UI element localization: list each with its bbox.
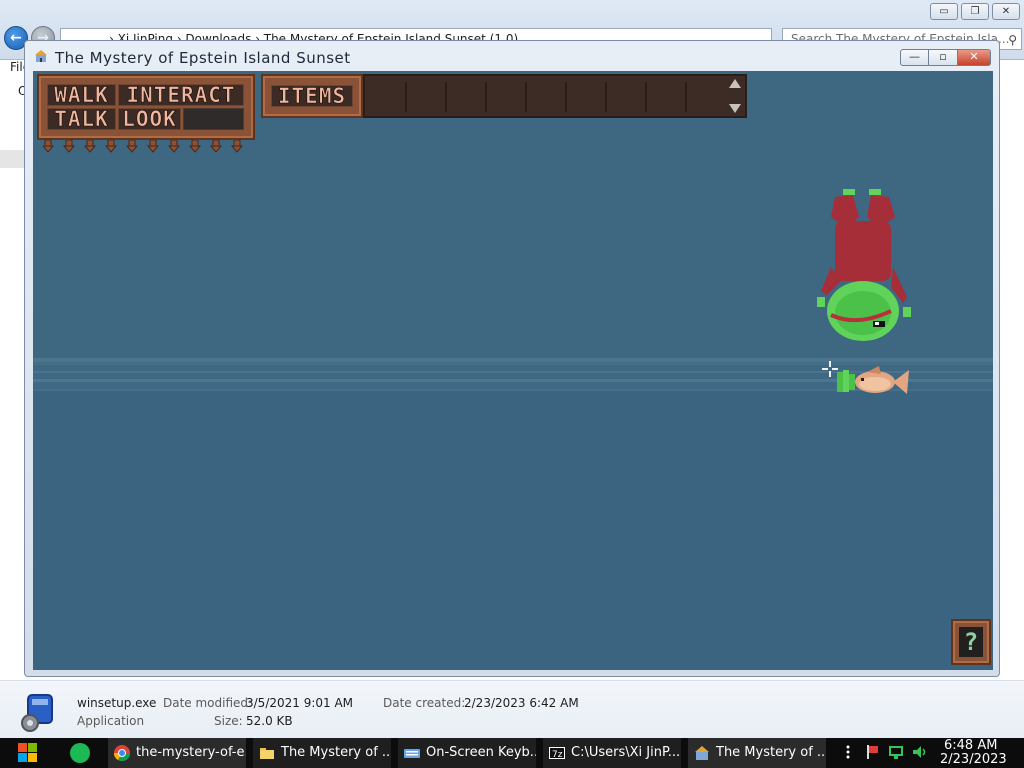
game-window-title: The Mystery of Epstein Island Sunset: [55, 49, 351, 67]
taskbar-item-game[interactable]: The Mystery of ...: [688, 738, 826, 768]
panel-pegs: [41, 139, 253, 154]
taskbar-item-label: The Mystery of ...: [716, 745, 826, 760]
details-modified-value: 3/5/2021 9:01 AM: [246, 696, 354, 710]
inventory-slot-divider: [485, 82, 487, 112]
verb-panel: WALK INTERACT TALK LOOK: [37, 74, 255, 140]
explorer-close-button[interactable]: ✕: [992, 3, 1020, 20]
wood-peg-icon: [41, 139, 244, 153]
keyboard-icon: [404, 749, 420, 758]
search-icon[interactable]: ⚲: [1008, 30, 1017, 49]
network-icon[interactable]: [888, 744, 904, 760]
windows-start-icon[interactable]: [8, 740, 46, 767]
game-window-icon: [695, 746, 709, 760]
crosshair-cursor-icon: [822, 361, 838, 377]
taskbar-item-7zip[interactable]: 7z C:\Users\Xi JinP...: [543, 738, 681, 768]
help-question-icon: ?: [959, 627, 983, 657]
game-minimize-button[interactable]: —: [900, 49, 929, 66]
spotify-icon[interactable]: [70, 743, 90, 763]
verb-walk-button[interactable]: WALK: [47, 84, 116, 106]
help-button[interactable]: ?: [951, 619, 991, 665]
verb-look-button[interactable]: LOOK: [118, 108, 181, 130]
inventory-slot-divider: [605, 82, 607, 112]
game-titlebar[interactable]: The Mystery of Epstein Island Sunset — ▫…: [25, 41, 999, 70]
game-window: The Mystery of Epstein Island Sunset — ▫…: [24, 40, 1000, 677]
game-maximize-button[interactable]: ▫: [929, 49, 958, 66]
game-viewport[interactable]: WALK INTERACT TALK LOOK ITEMS ?: [33, 71, 993, 670]
details-modified-label: Date modified:: [163, 696, 253, 710]
details-size-value: 52.0 KB: [246, 714, 293, 728]
game-close-button[interactable]: ✕: [958, 49, 991, 66]
details-created-value: 2/23/2023 6:42 AM: [464, 696, 579, 710]
inventory-slot-divider: [445, 82, 447, 112]
game-caption-buttons: — ▫ ✕: [900, 49, 991, 66]
inventory-scroll-up-icon[interactable]: [729, 79, 741, 88]
explorer-caption-buttons: ▭ ❐ ✕: [930, 3, 1020, 20]
details-file-name: winsetup.exe: [77, 696, 157, 710]
inventory-slot-divider: [525, 82, 527, 112]
taskbar-item-label: The Mystery of ...: [281, 745, 391, 760]
taskbar-item-folder[interactable]: The Mystery of ...: [253, 738, 391, 768]
taskbar-item-label: C:\Users\Xi JinP...: [571, 745, 681, 760]
inventory-slot-divider: [565, 82, 567, 112]
application-file-icon: [21, 694, 53, 732]
inventory-slot-divider: [685, 82, 687, 112]
verb-empty-slot: [183, 108, 244, 130]
upside-down-creature-sprite[interactable]: [807, 187, 917, 349]
system-tray: [840, 744, 928, 760]
inventory-bar[interactable]: [363, 74, 747, 118]
details-created-label: Date created:: [383, 696, 466, 710]
game-window-icon: [35, 50, 47, 62]
inventory-slot-divider: [645, 82, 647, 112]
taskbar-item-label: On-Screen Keyb...: [426, 745, 536, 760]
verb-talk-button[interactable]: TALK: [47, 108, 116, 130]
taskbar-item-label: the-mystery-of-e...: [136, 745, 246, 760]
7zip-icon: 7z: [549, 747, 565, 760]
inventory-slot-divider: [405, 82, 407, 112]
clock-date[interactable]: 2/23/2023: [940, 753, 1007, 767]
items-button[interactable]: ITEMS: [261, 74, 363, 118]
details-pane: winsetup.exe Application Date modified: …: [0, 680, 1024, 738]
inventory-scroll-down-icon[interactable]: [729, 104, 741, 113]
verb-interact-button[interactable]: INTERACT: [118, 84, 244, 106]
overflow-dots-icon[interactable]: [840, 744, 856, 760]
svg-text:7z: 7z: [552, 750, 563, 760]
items-label: ITEMS: [271, 85, 353, 107]
folder-icon: [260, 748, 274, 759]
fish-sprite[interactable]: [835, 364, 915, 398]
volume-icon[interactable]: [912, 744, 928, 760]
chrome-icon: [114, 745, 130, 761]
taskbar-item-keyboard[interactable]: On-Screen Keyb...: [398, 738, 536, 768]
taskbar: the-mystery-of-e... The Mystery of ... O…: [0, 738, 1024, 768]
action-center-flag-icon[interactable]: [864, 744, 880, 760]
details-file-type: Application: [77, 714, 145, 728]
taskbar-item-chrome[interactable]: the-mystery-of-e...: [108, 738, 246, 768]
nav-pane-highlight: [0, 150, 26, 168]
explorer-minimize-button[interactable]: ▭: [930, 3, 958, 20]
details-size-label: Size:: [214, 714, 243, 728]
clock-time[interactable]: 6:48 AM: [944, 739, 997, 753]
explorer-restore-button[interactable]: ❐: [961, 3, 989, 20]
water-lower: [33, 391, 993, 670]
